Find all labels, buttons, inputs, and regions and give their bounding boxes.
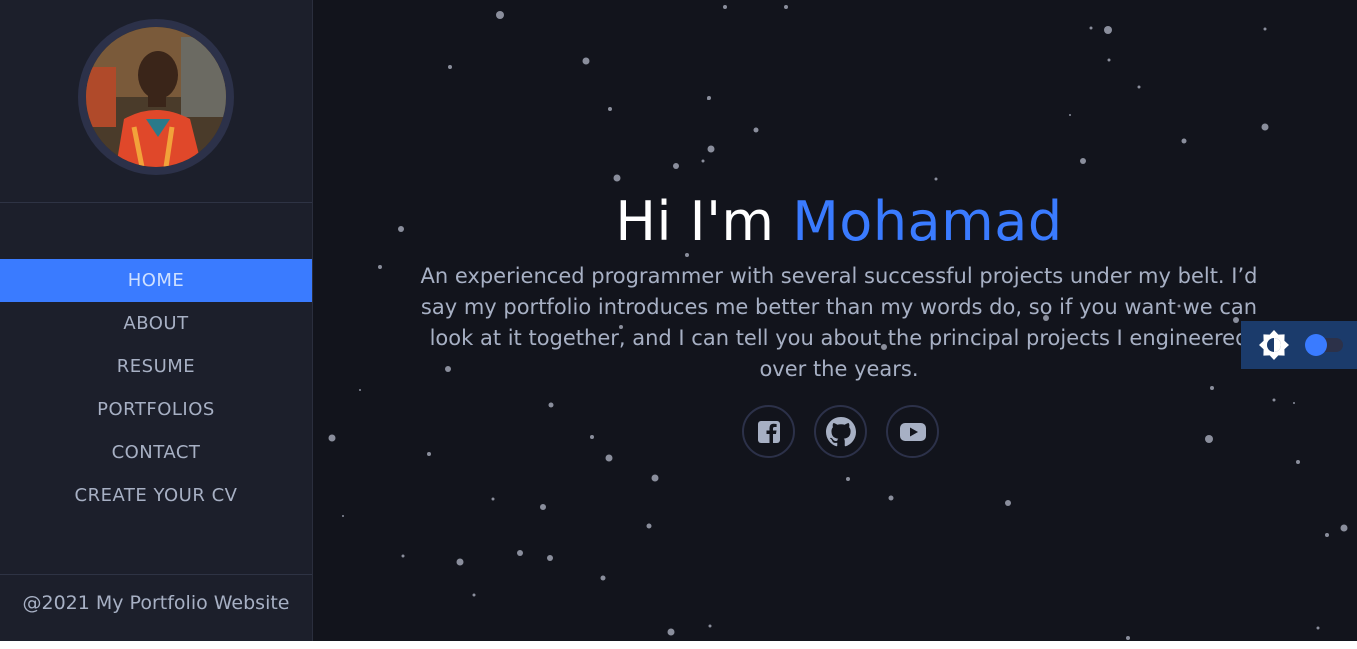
theme-switch[interactable] bbox=[1305, 334, 1343, 356]
sidebar-footer: @2021 My Portfolio Website bbox=[22, 592, 290, 614]
youtube-icon bbox=[899, 422, 926, 441]
facebook-icon bbox=[757, 420, 780, 443]
sidebar: HOME ABOUT RESUME PORTFOLIOS CONTACT CRE… bbox=[0, 0, 313, 641]
hero-greeting: Hi I'm bbox=[615, 190, 793, 253]
github-icon bbox=[825, 416, 856, 446]
hero-name: Mohamad bbox=[792, 190, 1063, 253]
brightness-icon[interactable] bbox=[1259, 330, 1289, 360]
youtube-button[interactable] bbox=[886, 405, 939, 458]
nav-item-resume[interactable]: RESUME bbox=[0, 345, 312, 388]
sidebar-footer-divider bbox=[0, 574, 312, 575]
main-content: Hi I'm Mohamad An experienced programmer… bbox=[313, 0, 1357, 641]
nav-item-home[interactable]: HOME bbox=[0, 259, 312, 302]
nav-item-about[interactable]: ABOUT bbox=[0, 302, 312, 345]
nav-item-create-cv[interactable]: CREATE YOUR CV bbox=[0, 474, 312, 517]
social-links bbox=[742, 405, 939, 458]
avatar bbox=[78, 19, 234, 175]
hero-title: Hi I'm Mohamad bbox=[409, 185, 1269, 259]
nav-item-portfolios[interactable]: PORTFOLIOS bbox=[0, 388, 312, 431]
facebook-button[interactable] bbox=[742, 405, 795, 458]
sidebar-divider bbox=[0, 202, 312, 203]
github-button[interactable] bbox=[814, 405, 867, 458]
hero: Hi I'm Mohamad An experienced programmer… bbox=[409, 185, 1269, 385]
app-root: HOME ABOUT RESUME PORTFOLIOS CONTACT CRE… bbox=[0, 0, 1357, 641]
avatar-image bbox=[86, 27, 226, 167]
sidebar-nav: HOME ABOUT RESUME PORTFOLIOS CONTACT CRE… bbox=[0, 259, 312, 517]
theme-switch-knob[interactable] bbox=[1305, 334, 1327, 356]
hero-description: An experienced programmer with several s… bbox=[420, 264, 1258, 381]
theme-toggle-panel bbox=[1241, 321, 1357, 369]
nav-item-contact[interactable]: CONTACT bbox=[0, 431, 312, 474]
